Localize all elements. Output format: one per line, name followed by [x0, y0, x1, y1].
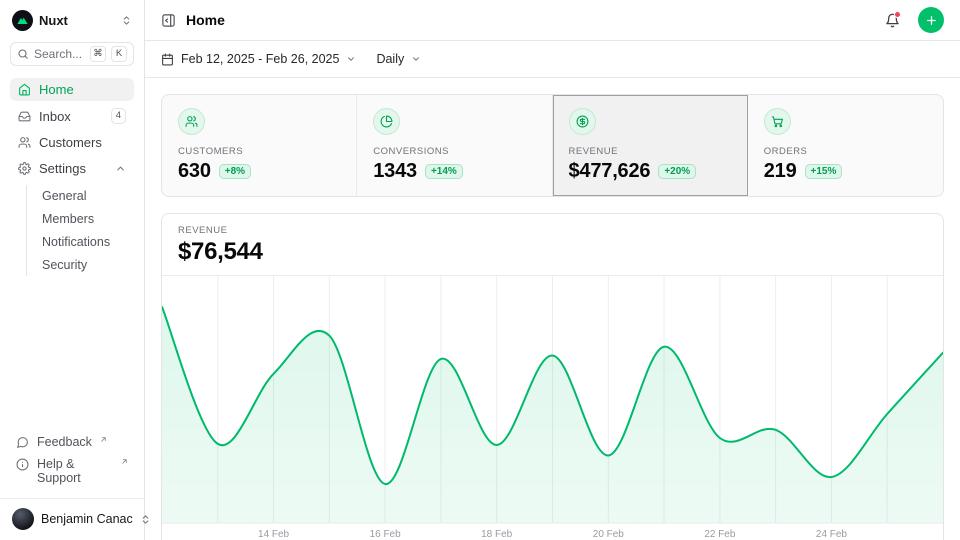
topbar: Home [145, 0, 960, 41]
stat-value: 630 [178, 160, 211, 183]
settings-subnav: General Members Notifications Security [26, 185, 134, 276]
kbd-k: K [111, 46, 127, 62]
feedback-link[interactable]: Feedback [10, 431, 134, 453]
inbox-count-badge: 4 [111, 108, 126, 124]
stat-card-conversions[interactable]: CONVERSIONS 1343 +14% [357, 95, 552, 196]
svg-text:20 Feb: 20 Feb [593, 529, 625, 540]
stat-card-customers[interactable]: CUSTOMERS 630 +8% [162, 95, 357, 196]
chevrons-up-down-icon [121, 15, 132, 26]
users-icon [18, 136, 31, 149]
external-link-icon [100, 436, 107, 443]
chevron-down-icon [346, 54, 356, 64]
stat-value: $477,626 [569, 160, 651, 183]
stat-card-orders[interactable]: ORDERS 219 +15% [748, 95, 943, 196]
svg-text:18 Feb: 18 Feb [481, 529, 513, 540]
chart-value: $76,544 [178, 238, 927, 266]
info-circle-icon [16, 458, 29, 471]
subnav-item-notifications[interactable]: Notifications [40, 231, 134, 253]
user-menu[interactable]: Benjamin Canac [10, 508, 134, 530]
chevron-up-icon [115, 163, 126, 174]
message-circle-icon [16, 436, 29, 449]
delta-badge: +8% [219, 164, 251, 179]
gear-icon [18, 162, 31, 175]
sidebar-item-customers[interactable]: Customers [10, 131, 134, 154]
help-support-link[interactable]: Help & Support [10, 453, 134, 489]
circle-dollar-icon [569, 108, 596, 135]
svg-text:16 Feb: 16 Feb [370, 529, 402, 540]
subnav-item-members[interactable]: Members [40, 208, 134, 230]
stat-value: 1343 [373, 160, 417, 183]
period-select[interactable]: Daily [376, 52, 421, 66]
svg-text:24 Feb: 24 Feb [816, 529, 848, 540]
filter-bar: Feb 12, 2025 - Feb 26, 2025 Daily [145, 41, 960, 78]
chart-body: 14 Feb 16 Feb 18 Feb 20 Feb 22 Feb 24 Feb [162, 276, 943, 540]
nuxt-logo-icon [12, 10, 33, 31]
delta-badge: +14% [425, 164, 463, 179]
user-name: Benjamin Canac [41, 512, 133, 526]
sidebar-spacer [10, 278, 134, 431]
chart-title: REVENUE [178, 225, 927, 236]
delta-badge: +20% [658, 164, 696, 179]
sidebar-nav: Home Inbox 4 Customers Settings [10, 78, 134, 278]
sidebar-item-home[interactable]: Home [10, 78, 134, 101]
subnav-item-general[interactable]: General [40, 185, 134, 207]
notifications-button[interactable] [885, 13, 900, 28]
svg-text:14 Feb: 14 Feb [258, 529, 290, 540]
divider [0, 498, 144, 499]
inbox-icon [18, 110, 31, 123]
plus-icon [925, 14, 938, 27]
delta-badge: +15% [805, 164, 843, 179]
collapse-sidebar-icon[interactable] [161, 13, 176, 28]
stats-row: CUSTOMERS 630 +8% CONVERSIONS 1343 +14% [161, 94, 944, 197]
chart-header: REVENUE $76,544 [162, 214, 943, 276]
calendar-icon [161, 53, 174, 66]
subnav-item-security[interactable]: Security [40, 254, 134, 276]
chevron-down-icon [411, 54, 421, 64]
sidebar: Nuxt ⌘ K Home Inbo [0, 0, 145, 540]
stat-value: 219 [764, 160, 797, 183]
stat-card-revenue[interactable]: REVENUE $477,626 +20% [553, 95, 748, 196]
dashboard-app: Nuxt ⌘ K Home Inbo [0, 0, 960, 540]
search-box[interactable]: ⌘ K [10, 42, 134, 66]
revenue-chart[interactable]: 14 Feb 16 Feb 18 Feb 20 Feb 22 Feb 24 Feb [162, 276, 943, 540]
svg-text:22 Feb: 22 Feb [704, 529, 736, 540]
shopping-cart-icon [764, 108, 791, 135]
users-icon [178, 108, 205, 135]
date-range-picker[interactable]: Feb 12, 2025 - Feb 26, 2025 [161, 52, 356, 66]
search-input[interactable] [34, 47, 85, 61]
avatar [12, 508, 34, 530]
home-icon [18, 83, 31, 96]
revenue-chart-card: REVENUE $76,544 14 Feb 16 Feb 18 Feb 20 Feb… [161, 213, 944, 540]
page-title: Home [186, 12, 875, 28]
main-area: Home Feb 12, 2025 - Feb 26, 2025 Daily [145, 0, 960, 540]
notification-dot [894, 11, 901, 18]
team-name: Nuxt [39, 13, 115, 28]
team-selector[interactable]: Nuxt [10, 10, 134, 31]
add-button[interactable] [918, 7, 944, 33]
content: CUSTOMERS 630 +8% CONVERSIONS 1343 +14% [145, 78, 960, 540]
external-link-icon [121, 458, 128, 465]
sidebar-item-settings[interactable]: Settings [10, 157, 134, 180]
search-icon [17, 48, 29, 60]
kbd-cmd: ⌘ [90, 46, 106, 62]
sidebar-item-inbox[interactable]: Inbox 4 [10, 104, 134, 128]
pie-chart-icon [373, 108, 400, 135]
